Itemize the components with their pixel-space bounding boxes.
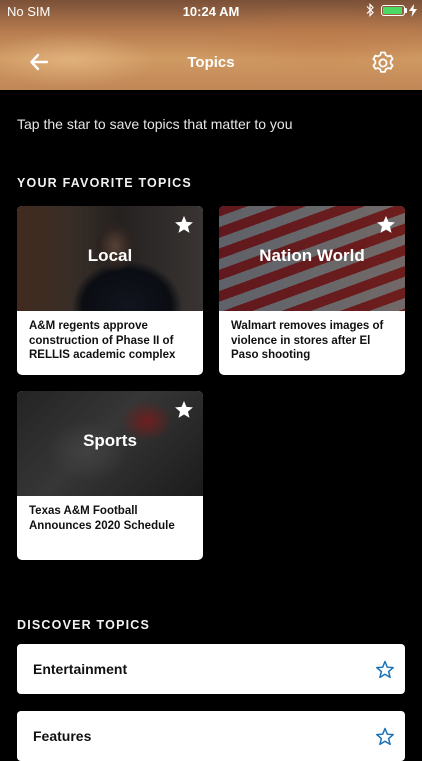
battery-icon bbox=[381, 5, 405, 16]
star-filled-icon[interactable] bbox=[174, 215, 194, 234]
star-outline-icon[interactable] bbox=[375, 660, 395, 679]
intro-text: Tap the star to save topics that matter … bbox=[17, 116, 293, 132]
header-bar: No SIM 10:24 AM Topics bbox=[0, 0, 422, 90]
topic-label: Sports bbox=[83, 431, 137, 450]
topic-headline: Texas A&M Football Announces 2020 Schedu… bbox=[29, 505, 175, 532]
star-filled-icon[interactable] bbox=[376, 215, 396, 234]
battery-tip bbox=[405, 8, 407, 13]
charging-bolt-icon bbox=[409, 4, 417, 17]
discover-item-entertainment[interactable]: Entertainment bbox=[17, 644, 405, 694]
topic-card-sports[interactable]: Sports Texas A&M Football Announces 2020… bbox=[17, 391, 203, 560]
star-outline-icon[interactable] bbox=[375, 727, 395, 746]
settings-button[interactable] bbox=[369, 49, 397, 77]
favorites-section-title: YOUR FAVORITE TOPICS bbox=[17, 176, 192, 190]
page-title: Topics bbox=[187, 54, 235, 71]
topic-card-local[interactable]: Local A&M regents approve construction o… bbox=[17, 206, 203, 375]
topic-label: Nation World bbox=[259, 246, 365, 265]
discover-item-features[interactable]: Features bbox=[17, 711, 405, 761]
topic-headline: Walmart removes images of violence in st… bbox=[231, 320, 384, 361]
topic-label: Local bbox=[87, 246, 133, 265]
discover-item-label: Features bbox=[33, 728, 92, 744]
topic-headline: A&M regents approve construction of Phas… bbox=[29, 320, 176, 361]
topic-card-nation-world[interactable]: Nation World Walmart removes images of v… bbox=[219, 206, 405, 375]
discover-item-label: Entertainment bbox=[33, 661, 128, 677]
star-filled-icon[interactable] bbox=[174, 400, 194, 419]
status-bar: No SIM 10:24 AM bbox=[0, 0, 422, 22]
clock: 10:24 AM bbox=[182, 4, 240, 19]
discover-section-title: DISCOVER TOPICS bbox=[17, 618, 151, 632]
gear-icon bbox=[372, 51, 394, 73]
bluetooth-icon bbox=[366, 3, 374, 17]
